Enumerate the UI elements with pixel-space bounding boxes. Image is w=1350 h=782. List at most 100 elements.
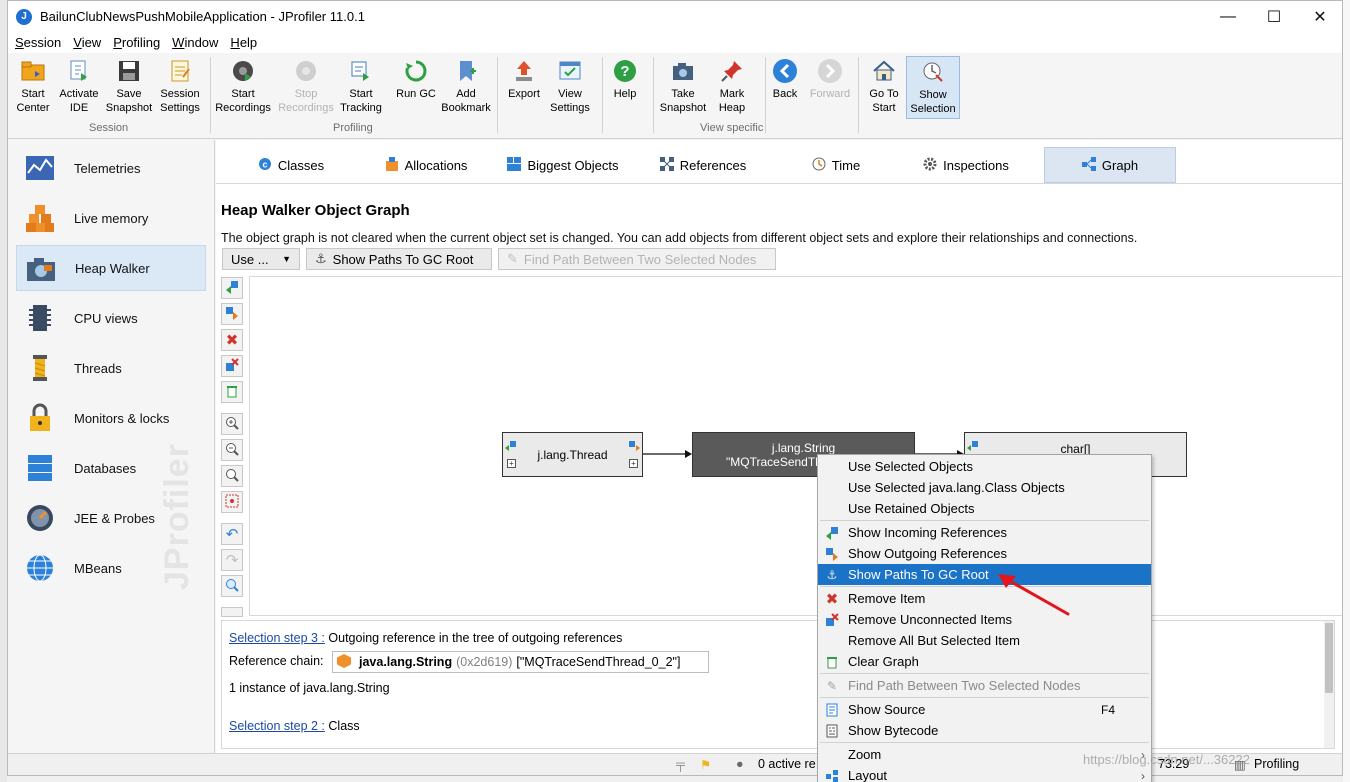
start-recordings-label-2: Recordings	[215, 102, 271, 114]
show-selection-button[interactable]: Show Selection	[906, 56, 960, 119]
start-tracking-label-1: Start	[349, 88, 373, 100]
save-snapshot-button[interactable]: Save Snapshot	[102, 56, 156, 118]
selection-step-3-link[interactable]: Selection step 3 :	[229, 631, 325, 645]
redo-button[interactable]: ↷	[221, 549, 243, 571]
menu-item-remove-item[interactable]: ✖ Remove Item	[818, 588, 1151, 609]
details-scrollbar[interactable]	[1324, 621, 1334, 748]
more-tools-button[interactable]	[221, 607, 243, 617]
menu-item-use-selected-class-objects[interactable]: Use Selected java.lang.Class Objects	[818, 477, 1151, 498]
sidebar-item-cpu-views[interactable]: CPU views	[16, 295, 206, 341]
save-snapshot-label-1: Save	[116, 88, 142, 100]
menu-session-label: ession	[23, 35, 62, 50]
menu-item-label: Show Bytecode	[848, 723, 939, 738]
menu-item-show-paths-to-gc-root[interactable]: ⚓ Show Paths To GC Root	[818, 564, 1151, 585]
home-icon	[871, 58, 897, 84]
menu-item-clear-graph[interactable]: Clear Graph	[818, 651, 1151, 672]
menu-window[interactable]: Window	[171, 35, 219, 50]
run-gc-button[interactable]: Run GC	[389, 56, 443, 118]
menu-item-label: Use Selected Objects	[848, 459, 974, 474]
zoom-in-button[interactable]	[221, 413, 243, 435]
selection-step-2-link[interactable]: Selection step 2 :	[229, 719, 325, 733]
take-snapshot-button[interactable]: Take Snapshot	[656, 56, 710, 118]
view-settings-button[interactable]: View Settings	[543, 56, 597, 118]
search-icon	[225, 578, 239, 595]
zoom-out-button[interactable]	[221, 439, 243, 461]
sidebar-watermark: JProfiler	[158, 443, 196, 590]
menu-item-use-retained-objects[interactable]: Use Retained Objects	[818, 498, 1151, 519]
mark-heap-button[interactable]: Mark Heap	[705, 56, 759, 118]
allocations-icon	[385, 156, 399, 174]
menu-profiling-mnemonic: P	[113, 35, 122, 50]
sidebar-item-heap-walker[interactable]: Heap Walker	[16, 245, 206, 291]
menu-help[interactable]: Help	[229, 35, 258, 50]
activate-ide-button[interactable]: Activate IDE	[52, 56, 106, 118]
forward-button[interactable]: Forward	[803, 56, 857, 118]
search-button[interactable]	[221, 575, 243, 597]
menu-session[interactable]: Session	[14, 35, 62, 50]
menu-item-show-outgoing-references[interactable]: Show Outgoing References	[818, 543, 1151, 564]
tab-time[interactable]: Time	[796, 147, 876, 183]
remove-unconnected-button[interactable]	[221, 355, 243, 377]
tab-graph[interactable]: Graph	[1044, 147, 1176, 183]
minimize-button[interactable]: —	[1205, 1, 1251, 32]
menu-item-shortcut: F4	[1100, 702, 1115, 717]
tab-biggest-objects[interactable]: Biggest Objects	[498, 147, 628, 183]
menu-item-use-selected-objects[interactable]: Use Selected Objects	[818, 456, 1151, 477]
remove-item-button[interactable]: ✖	[221, 329, 243, 351]
show-paths-gc-root-button[interactable]: ⚓ Show Paths To GC Root	[306, 248, 492, 270]
tab-references[interactable]: References	[648, 147, 758, 183]
session-settings-button[interactable]: Session Settings	[153, 56, 207, 118]
graph-context-menu: Use Selected Objects Use Selected java.l…	[817, 454, 1152, 782]
start-recordings-button[interactable]: Start Recordings	[215, 56, 271, 118]
incoming-references-button[interactable]	[221, 277, 243, 299]
fit-content-button[interactable]	[221, 491, 243, 513]
show-selection-label-2: Selection	[910, 103, 956, 115]
page-watermark: https://blog.csdn.net/...36222	[1083, 752, 1250, 767]
remove-icon: ✖	[225, 332, 239, 349]
run-gc-label: Run GC	[396, 88, 436, 100]
biggest-objects-icon	[507, 156, 522, 174]
tab-classes[interactable]: c Classes	[236, 147, 346, 183]
menu-item-remove-all-but-selected[interactable]: Remove All But Selected Item	[818, 630, 1151, 651]
flag-icon[interactable]: ⚑	[700, 757, 711, 772]
menu-item-show-bytecode[interactable]: Show Bytecode	[818, 720, 1151, 741]
go-to-start-button[interactable]: Go To Start	[857, 56, 911, 118]
pin-status-icon[interactable]: ╤	[676, 757, 685, 771]
tab-inspections[interactable]: Inspections	[916, 147, 1016, 183]
menu-item-show-source[interactable]: Show Source F4	[818, 699, 1151, 720]
help-button[interactable]: ? Help	[598, 56, 652, 118]
object-graph-canvas[interactable]: + + j.lang.Thread j.lang.String "MQTrace…	[249, 276, 1342, 616]
sidebar-item-monitors-locks[interactable]: Monitors & locks	[16, 395, 206, 441]
scrollbar-thumb[interactable]	[1325, 623, 1333, 693]
menu-item-label: Show Paths To GC Root	[848, 567, 989, 582]
sidebar-item-live-memory[interactable]: Live memory	[16, 195, 206, 241]
add-bookmark-button[interactable]: Add Bookmark	[439, 56, 493, 118]
clear-graph-button[interactable]	[221, 381, 243, 403]
menu-profiling[interactable]: Profiling	[112, 35, 161, 50]
close-button[interactable]: ✕	[1297, 1, 1342, 32]
lock-icon	[24, 402, 56, 434]
menu-item-show-incoming-references[interactable]: Show Incoming References	[818, 522, 1151, 543]
find-path-button[interactable]: ✎ Find Path Between Two Selected Nodes	[498, 248, 776, 270]
tab-allocations[interactable]: Allocations	[371, 147, 481, 183]
blank-icon	[824, 501, 840, 517]
menu-item-layout[interactable]: Layout ›	[818, 765, 1151, 782]
menu-item-remove-unconnected-items[interactable]: Remove Unconnected Items	[818, 609, 1151, 630]
submenu-arrow-icon: ›	[1141, 768, 1145, 782]
menu-view[interactable]: View	[72, 35, 102, 50]
zoom-reset-button[interactable]	[221, 465, 243, 487]
sidebar-item-telemetries[interactable]: Telemetries	[16, 145, 206, 191]
undo-button[interactable]: ↶	[221, 523, 243, 545]
start-tracking-button[interactable]: Start Tracking	[334, 56, 388, 118]
reference-chain-field[interactable]: java.lang.String (0x2d619) ["MQTraceSend…	[332, 651, 709, 673]
toolbar-separator	[653, 57, 654, 133]
probe-icon	[24, 502, 56, 534]
sidebar-item-threads[interactable]: Threads	[16, 345, 206, 391]
stop-recordings-button[interactable]: Stop Recordings	[278, 56, 334, 118]
menu-item-find-path[interactable]: ✎ Find Path Between Two Selected Nodes	[818, 675, 1151, 696]
outgoing-references-button[interactable]	[221, 303, 243, 325]
menu-item-label: Remove Unconnected Items	[848, 612, 1013, 627]
use-dropdown-button[interactable]: Use ... ▼	[222, 248, 300, 270]
start-tracking-label-2: Tracking	[340, 102, 382, 114]
maximize-button[interactable]: ☐	[1251, 1, 1297, 32]
